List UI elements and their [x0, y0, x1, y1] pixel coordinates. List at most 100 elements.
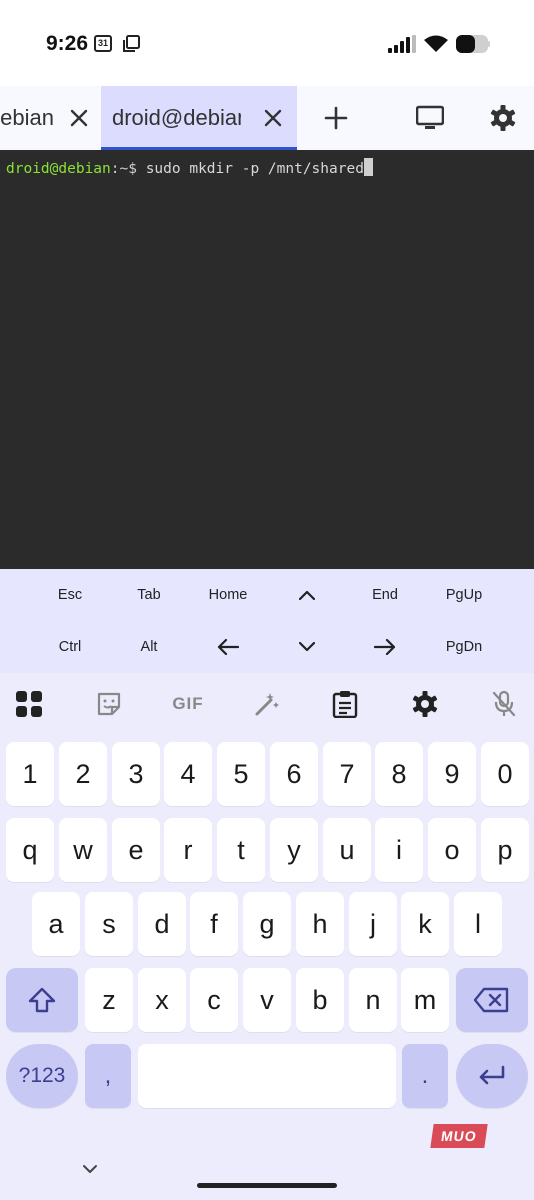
- signal-icon: [388, 35, 416, 53]
- arrow-right-icon: [374, 638, 396, 656]
- key-l[interactable]: l: [454, 892, 502, 956]
- apps-grid-icon: [16, 691, 42, 717]
- close-icon[interactable]: [67, 106, 91, 130]
- key-p[interactable]: p: [481, 818, 529, 882]
- terminal-view[interactable]: droid@debian:~$ sudo mkdir -p /mnt/share…: [0, 150, 534, 569]
- key-home[interactable]: Home: [189, 575, 267, 615]
- key-right[interactable]: [346, 627, 424, 667]
- key-g[interactable]: g: [243, 892, 291, 956]
- chevron-up-icon: [299, 590, 315, 600]
- sticker-button[interactable]: [92, 687, 126, 721]
- key-f[interactable]: f: [190, 892, 238, 956]
- key-pgdn[interactable]: PgDn: [425, 627, 503, 667]
- key-3[interactable]: 3: [112, 742, 160, 806]
- key-5[interactable]: 5: [217, 742, 265, 806]
- key-1[interactable]: 1: [6, 742, 54, 806]
- settings-icon: [490, 105, 516, 131]
- key-tab[interactable]: Tab: [110, 575, 188, 615]
- tab-label: droid@debian: [0, 105, 54, 130]
- display-icon: [416, 105, 444, 129]
- key-left[interactable]: [189, 627, 267, 667]
- close-icon[interactable]: [261, 106, 285, 130]
- calendar-icon: 31: [94, 35, 112, 52]
- period-key[interactable]: .: [402, 1044, 448, 1108]
- wifi-icon: [424, 35, 448, 52]
- settings-icon: [412, 691, 438, 717]
- key-alt[interactable]: Alt: [110, 627, 188, 667]
- tab-label: droid@debian: [112, 105, 241, 130]
- space-key[interactable]: [138, 1044, 396, 1108]
- key-o[interactable]: o: [428, 818, 476, 882]
- muo-watermark: MUO: [430, 1124, 488, 1148]
- key-2[interactable]: 2: [59, 742, 107, 806]
- shift-key[interactable]: [6, 968, 78, 1032]
- battery-icon: [456, 35, 490, 53]
- magic-wand-icon: [255, 693, 279, 716]
- key-w[interactable]: w: [59, 818, 107, 882]
- copy-pages-icon: [123, 35, 140, 52]
- key-8[interactable]: 8: [375, 742, 423, 806]
- key-0[interactable]: 0: [481, 742, 529, 806]
- settings-button[interactable]: [487, 102, 519, 134]
- status-time: 9:26: [46, 32, 89, 55]
- key-r[interactable]: r: [164, 818, 212, 882]
- keyboard-settings-button[interactable]: [408, 687, 442, 721]
- prompt-symbol: :~$: [110, 161, 146, 177]
- gif-button[interactable]: GIF: [168, 687, 208, 721]
- key-ctrl[interactable]: Ctrl: [31, 627, 109, 667]
- key-z[interactable]: z: [85, 968, 133, 1032]
- key-n[interactable]: n: [349, 968, 397, 1032]
- key-7[interactable]: 7: [323, 742, 371, 806]
- keyboard-toolbar: GIF: [0, 673, 534, 735]
- mic-off-icon: [492, 690, 516, 717]
- session-tab-bar: droid@debian droid@debian: [0, 86, 534, 150]
- key-u[interactable]: u: [323, 818, 371, 882]
- add-tab-button[interactable]: [320, 102, 352, 134]
- backspace-icon: [474, 987, 509, 1013]
- key-y[interactable]: y: [270, 818, 318, 882]
- backspace-key[interactable]: [456, 968, 528, 1032]
- key-x[interactable]: x: [138, 968, 186, 1032]
- key-i[interactable]: i: [375, 818, 423, 882]
- key-d[interactable]: d: [138, 892, 186, 956]
- tab-session-1[interactable]: droid@debian: [0, 86, 100, 150]
- key-pgup[interactable]: PgUp: [425, 575, 503, 615]
- key-v[interactable]: v: [243, 968, 291, 1032]
- key-t[interactable]: t: [217, 818, 265, 882]
- tab-session-2[interactable]: droid@debian: [101, 86, 297, 150]
- apps-grid-button[interactable]: [12, 687, 46, 721]
- key-s[interactable]: s: [85, 892, 133, 956]
- key-c[interactable]: c: [190, 968, 238, 1032]
- add-tab-icon: [324, 106, 348, 130]
- key-up[interactable]: [268, 575, 346, 615]
- key-e[interactable]: e: [112, 818, 160, 882]
- key-b[interactable]: b: [296, 968, 344, 1032]
- key-end[interactable]: End: [346, 575, 424, 615]
- key-j[interactable]: j: [349, 892, 397, 956]
- key-4[interactable]: 4: [164, 742, 212, 806]
- display-button[interactable]: [414, 102, 446, 134]
- status-indicators: [388, 34, 490, 54]
- key-q[interactable]: q: [6, 818, 54, 882]
- key-esc[interactable]: Esc: [31, 575, 109, 615]
- key-h[interactable]: h: [296, 892, 344, 956]
- symbols-key[interactable]: ?123: [6, 1044, 78, 1108]
- voice-input-button[interactable]: [487, 687, 521, 721]
- comma-key[interactable]: ,: [85, 1044, 131, 1108]
- key-9[interactable]: 9: [428, 742, 476, 806]
- hide-keyboard-icon[interactable]: [82, 1163, 98, 1175]
- key-m[interactable]: m: [401, 968, 449, 1032]
- key-a[interactable]: a: [32, 892, 80, 956]
- status-bar: 9:26 31: [0, 0, 534, 86]
- key-down[interactable]: [268, 627, 346, 667]
- sticker-icon: [97, 692, 121, 716]
- extra-keys-bar: Esc Tab Home End PgUp Ctrl Alt PgDn: [0, 569, 534, 673]
- enter-icon: [479, 1065, 505, 1085]
- clipboard-button[interactable]: [328, 687, 362, 721]
- navigation-handle[interactable]: [197, 1183, 337, 1188]
- key-k[interactable]: k: [401, 892, 449, 956]
- magic-wand-button[interactable]: [250, 687, 284, 721]
- terminal-cursor: [363, 158, 373, 176]
- enter-key[interactable]: [456, 1044, 528, 1108]
- key-6[interactable]: 6: [270, 742, 318, 806]
